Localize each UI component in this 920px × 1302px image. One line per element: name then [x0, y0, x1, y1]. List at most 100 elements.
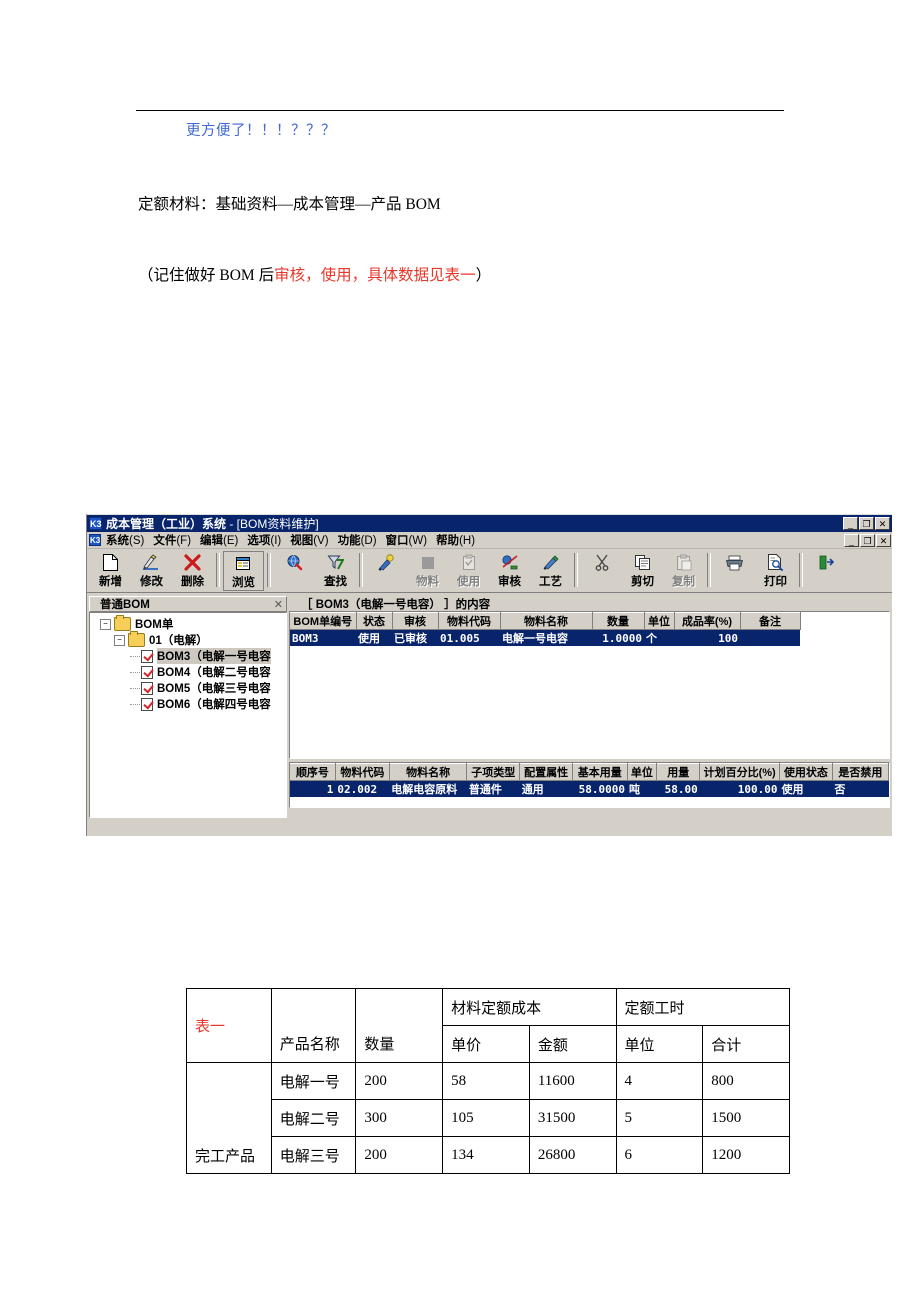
col-unit[interactable]: 单位 — [627, 763, 658, 781]
menu-accel: (I) — [270, 535, 282, 547]
bom-tree[interactable]: − BOM单 − 01（电解） BOM3（电解一号电容 BOM4（电解二号电容 … — [89, 612, 287, 818]
menu-item-help[interactable]: 帮助(H) — [436, 532, 475, 548]
folder-icon — [114, 615, 131, 631]
use-icon — [417, 553, 439, 572]
col-yield-rate[interactable]: 成品率(%) — [674, 612, 741, 630]
tree-node-root[interactable]: − BOM单 — [92, 615, 286, 632]
menu-accel: (V) — [313, 535, 329, 547]
mdi-restore-button[interactable]: ❐ — [860, 533, 875, 547]
menu-item-view[interactable]: 视图(V) — [290, 532, 328, 548]
tree-node-label: BOM6（电解四号电容 — [157, 699, 271, 711]
cell-seq-number: 1 — [290, 780, 336, 797]
toolbar-button-preview[interactable]: 打印 — [755, 551, 796, 591]
toolbar-separator — [799, 553, 803, 587]
mdi-minimize-button[interactable]: _ — [844, 533, 859, 547]
minimize-button[interactable]: _ — [843, 517, 858, 530]
bom-checklist-icon — [141, 665, 153, 679]
col-unit[interactable]: 单位 — [644, 612, 675, 630]
toolbar-button-exit[interactable] — [806, 551, 847, 591]
toolbar-label: 工艺 — [539, 576, 562, 588]
menu-item-file[interactable]: 文件(F) — [153, 532, 191, 548]
material-quota-line: 定额材料：基础资料—成本管理—产品 BOM — [138, 196, 441, 213]
menu-item-edit[interactable]: 编辑(E) — [200, 532, 238, 548]
col-seq-number[interactable]: 顺序号 — [290, 763, 336, 781]
tree-node-bom4[interactable]: BOM4（电解二号电容 — [92, 664, 286, 680]
filter-funnel-icon — [325, 553, 347, 572]
cell-material-code: 01.005 — [438, 629, 500, 646]
toolbar-button-new[interactable]: 新增 — [90, 551, 131, 591]
cell-material-name: 电解电容原料 — [389, 780, 467, 797]
tree-close-icon[interactable]: ✕ — [274, 598, 283, 611]
col-use-status[interactable]: 使用状态 — [779, 763, 833, 781]
toolbar-button-substitute[interactable]: 工艺 — [530, 551, 571, 591]
cell-quantity: 300 — [355, 1099, 444, 1137]
toolbar-button-filter[interactable]: 查找 — [315, 551, 356, 591]
mdi-close-button[interactable]: ✕ — [876, 533, 891, 547]
col-base-usage[interactable]: 基本用量 — [572, 763, 628, 781]
tree-node-bom3[interactable]: BOM3（电解一号电容 — [92, 648, 286, 664]
bom-content-pane: ［ BOM3（电解一号电容） ］的内容 BOM单编号 状态 审核 物料代码 物料… — [289, 596, 890, 818]
cell-product-name: 电解一号 — [270, 1062, 357, 1100]
toolbar-button-copy[interactable]: 剪切 — [622, 551, 663, 591]
tree-node-bom5[interactable]: BOM5（电解三号电容 — [92, 680, 286, 696]
cell-child-type: 普通件 — [466, 780, 520, 797]
bom-checklist-icon — [141, 649, 153, 663]
menu-accel: (S) — [129, 535, 145, 547]
mdi-document-icon[interactable]: K3 — [89, 534, 101, 546]
cell-quantity: 200 — [355, 1136, 444, 1174]
spacer-cell-product — [270, 988, 357, 1026]
tree-node-group[interactable]: − 01（电解） — [92, 631, 286, 648]
menu-accel: (H) — [459, 535, 476, 547]
col-bom-number[interactable]: BOM单编号 — [290, 612, 357, 630]
toolbar-button-find[interactable] — [274, 551, 315, 591]
tree-node-label: BOM单 — [135, 619, 174, 631]
col-plan-percent[interactable]: 计划百分比(%) — [699, 763, 781, 781]
col-status[interactable]: 状态 — [356, 612, 393, 630]
toolbar-button-print[interactable] — [714, 551, 755, 591]
cell-audit: 已审核 — [392, 629, 438, 646]
printer-icon — [724, 553, 746, 572]
bom-master-grid[interactable]: BOM单编号 状态 审核 物料代码 物料名称 数量 单位 成品率(%) 备注 B… — [289, 611, 890, 759]
col-child-type[interactable]: 子项类型 — [466, 763, 521, 781]
restore-button[interactable]: ❐ — [859, 517, 874, 530]
col-material-code[interactable]: 物料代码 — [335, 763, 390, 781]
cell-unit: 吨 — [627, 780, 657, 797]
col-material-name[interactable]: 物料名称 — [389, 763, 468, 781]
table-row[interactable]: 1 02.002 电解电容原料 普通件 通用 58.0000 吨 58.00 1… — [290, 780, 889, 797]
tree-node-label: BOM5（电解三号电容 — [157, 683, 271, 695]
toolbar-button-modify[interactable]: 修改 — [131, 551, 172, 591]
toolbar-button-process[interactable]: 审核 — [489, 551, 530, 591]
toolbar-button-cut[interactable] — [581, 551, 622, 591]
menu-item-function[interactable]: 功能(D) — [338, 532, 377, 548]
cell-hours-unit: 4 — [615, 1062, 704, 1100]
col-material-name[interactable]: 物料名称 — [500, 612, 593, 630]
collapse-icon[interactable]: − — [114, 634, 125, 646]
table-row[interactable]: BOM3 使用 已审核 01.005 电解一号电容 1.0000 个 100 — [290, 629, 800, 646]
table-row: 电解二号 300 105 31500 5 1500 — [187, 1099, 790, 1137]
col-remark[interactable]: 备注 — [740, 612, 801, 630]
bom-detail-grid[interactable]: 顺序号 物料代码 物料名称 子项类型 配置属性 基本用量 单位 用量 计划百分比… — [289, 762, 890, 808]
client-area: 普通BOM ✕ − BOM单 − 01（电解） BOM3（电解一号电容 BOM4… — [87, 593, 892, 818]
exit-door-icon — [816, 553, 838, 572]
col-usage[interactable]: 用量 — [656, 763, 701, 781]
toolbar-button-delete[interactable]: 删除 — [172, 551, 213, 591]
col-config-attr[interactable]: 配置属性 — [519, 763, 573, 781]
col-audit[interactable]: 审核 — [392, 612, 439, 630]
cell-unit-price: 105 — [442, 1099, 530, 1137]
col-quantity[interactable]: 数量 — [592, 612, 645, 630]
tree-node-bom6[interactable]: BOM6（电解四号电容 — [92, 696, 286, 712]
cell-material-name: 电解一号电容 — [500, 629, 592, 646]
menu-label: 系统 — [106, 535, 129, 547]
menu-item-system[interactable]: 系统(S) — [106, 532, 144, 548]
toolbar-button-browse[interactable]: 浏览 — [223, 551, 264, 591]
toolbar-separator — [707, 553, 711, 587]
menu-item-options[interactable]: 选项(I) — [247, 532, 281, 548]
menu-item-window[interactable]: 窗口(W) — [386, 532, 428, 548]
toolbar-button-material[interactable] — [366, 551, 407, 591]
toolbar-label: 物料 — [416, 576, 439, 588]
edit-pencil-icon — [141, 553, 163, 572]
col-disabled[interactable]: 是否禁用 — [832, 763, 889, 781]
close-button[interactable]: ✕ — [875, 517, 890, 530]
col-material-code[interactable]: 物料代码 — [438, 612, 501, 630]
collapse-icon[interactable]: − — [100, 618, 111, 630]
